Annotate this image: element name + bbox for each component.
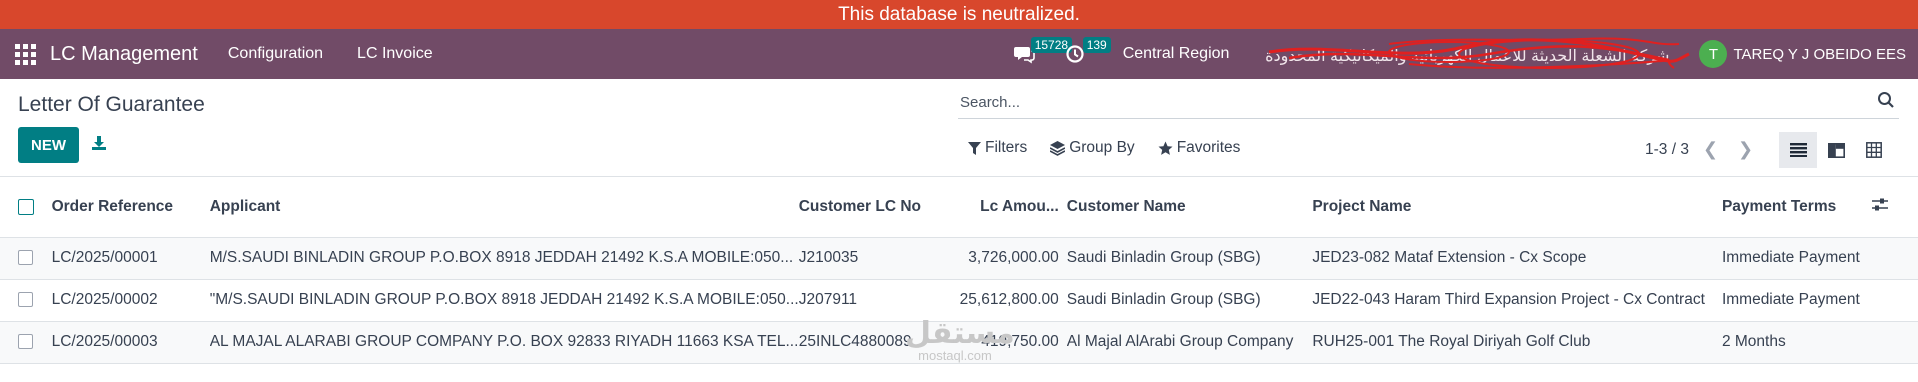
kanban-view-button[interactable] — [1817, 132, 1855, 168]
search-options: Filters Group By Favorites — [968, 139, 1263, 157]
cell-project-name: RUH25-001 The Royal Diriyah Golf Club — [1312, 321, 1722, 364]
row-checkbox[interactable] — [18, 292, 33, 308]
new-button[interactable]: NEW — [18, 127, 79, 163]
star-icon — [1158, 141, 1173, 155]
cell-project-name: JED22-043 Haram Third Expansion Project … — [1312, 279, 1722, 322]
col-payment-terms[interactable]: Payment Terms — [1721, 177, 1872, 238]
cell-order-reference: LC/2025/00003 — [51, 321, 210, 364]
table-row[interactable]: LC/2025/00003 AL MAJAL ALARABI GROUP COM… — [0, 321, 1918, 364]
layers-icon — [1050, 140, 1066, 156]
menu-lc-invoice[interactable]: LC Invoice — [357, 45, 433, 63]
col-applicant[interactable]: Applicant — [209, 177, 799, 238]
control-panel: Letter Of Guarantee NEW Filters Group By… — [0, 79, 1918, 177]
user-name: TAREQ Y J OBEIDO EES — [1733, 45, 1906, 63]
filters-button[interactable]: Filters — [968, 139, 1027, 157]
cell-lc-amount: 25,612,800.00 — [924, 279, 1067, 322]
col-lc-amount[interactable]: Lc Amou... — [924, 177, 1067, 238]
col-project-name[interactable]: Project Name — [1312, 177, 1722, 238]
cell-empty — [1871, 279, 1918, 322]
cell-customer-lc-no: 25INLC4880089 — [798, 321, 925, 364]
redaction-scribble — [1269, 37, 1691, 69]
favorites-button[interactable]: Favorites — [1158, 139, 1241, 157]
cell-payment-terms: 2 Months — [1721, 321, 1872, 364]
cell-customer-lc-no: J207911 — [798, 279, 925, 322]
cell-applicant: M/S.SAUDI BINLADIN GROUP P.O.BOX 8918 JE… — [209, 237, 799, 280]
banner-text: This database is neutralized. — [838, 4, 1080, 25]
pager-next-icon[interactable]: ❯ — [1738, 139, 1753, 160]
pivot-view-button[interactable] — [1855, 132, 1893, 168]
cell-empty — [1871, 237, 1918, 280]
activities-systray[interactable]: 139 — [1065, 37, 1111, 64]
cell-customer-name: Saudi Binladin Group (SBG) — [1066, 237, 1313, 280]
cell-customer-name: Al Majal AlArabi Group Company — [1066, 321, 1313, 364]
search-icon[interactable] — [1877, 91, 1895, 114]
neutralized-banner: This database is neutralized. — [0, 0, 1918, 29]
cell-lc-amount: 419,750.00 — [924, 321, 1067, 364]
cell-payment-terms: Immediate Payment — [1721, 237, 1872, 280]
table-header-row: Order Reference Applicant Customer LC No… — [0, 177, 1918, 238]
row-checkbox[interactable] — [18, 334, 33, 350]
region-switcher[interactable]: Central Region — [1123, 45, 1230, 63]
row-select-cell — [0, 321, 52, 364]
main-navbar: LC Management Configuration LC Invoice 1… — [0, 29, 1918, 79]
menu-configuration[interactable]: Configuration — [228, 45, 323, 63]
avatar: T — [1699, 40, 1728, 68]
search-input[interactable] — [958, 93, 1877, 111]
cell-project-name: JED23-082 Mataf Extension - Cx Scope — [1312, 237, 1722, 280]
pager-value[interactable]: 1-3 / 3 — [1645, 141, 1689, 159]
messages-systray[interactable]: 15728 — [1013, 37, 1073, 64]
cell-empty — [1871, 321, 1918, 364]
cell-order-reference: LC/2025/00002 — [51, 279, 210, 322]
cell-applicant: AL MAJAL ALARABI GROUP COMPANY P.O. BOX … — [209, 321, 799, 364]
col-order-reference[interactable]: Order Reference — [51, 177, 210, 238]
select-all-cell — [0, 177, 52, 238]
cell-lc-amount: 3,726,000.00 — [924, 237, 1067, 280]
row-select-cell — [0, 237, 52, 280]
cell-payment-terms: Immediate Payment — [1721, 279, 1872, 322]
row-select-cell — [0, 279, 52, 322]
view-switcher — [1779, 132, 1893, 168]
records-table: Order Reference Applicant Customer LC No… — [0, 177, 1918, 364]
col-customer-lc-no[interactable]: Customer LC No — [798, 177, 925, 238]
select-all-checkbox[interactable] — [18, 198, 34, 215]
app-name[interactable]: LC Management — [50, 43, 198, 66]
apps-menu-icon[interactable] — [14, 43, 36, 65]
pager: 1-3 / 3 ❮ ❯ — [1645, 139, 1753, 160]
list-view-button[interactable] — [1779, 132, 1817, 168]
cell-order-reference: LC/2025/00001 — [51, 237, 210, 280]
search-bar — [958, 86, 1899, 119]
optional-columns-cell — [1871, 177, 1918, 238]
filter-icon — [968, 141, 981, 155]
clock-icon — [1066, 45, 1084, 63]
table-grid-icon — [1866, 142, 1882, 158]
filters-label: Filters — [985, 139, 1028, 156]
group-by-button[interactable]: Group By — [1050, 139, 1135, 157]
cell-customer-name: Saudi Binladin Group (SBG) — [1066, 279, 1313, 322]
favorites-label: Favorites — [1176, 139, 1241, 156]
cell-customer-lc-no: J210035 — [798, 237, 925, 280]
page-title: Letter Of Guarantee — [18, 93, 205, 116]
list-icon — [1789, 143, 1807, 157]
cell-applicant: "M/S.SAUDI BINLADIN GROUP P.O.BOX 8918 J… — [209, 279, 799, 322]
sliders-icon[interactable] — [1871, 198, 1888, 216]
company-switcher[interactable]: شركة الشعلة الحديثة للاعمال الكهربائية و… — [1249, 34, 1699, 74]
user-menu[interactable]: T TAREQ Y J OBEIDO EES — [1699, 40, 1906, 68]
table-row[interactable]: LC/2025/00001 M/S.SAUDI BINLADIN GROUP P… — [0, 237, 1918, 280]
table-row[interactable]: LC/2025/00002 "M/S.SAUDI BINLADIN GROUP … — [0, 279, 1918, 322]
kanban-icon — [1827, 142, 1845, 158]
pager-previous-icon[interactable]: ❮ — [1703, 139, 1718, 160]
activities-counter: 139 — [1082, 37, 1111, 53]
col-customer-name[interactable]: Customer Name — [1066, 177, 1313, 238]
row-checkbox[interactable] — [18, 250, 33, 266]
group-by-label: Group By — [1069, 139, 1135, 156]
download-icon[interactable] — [91, 135, 107, 156]
